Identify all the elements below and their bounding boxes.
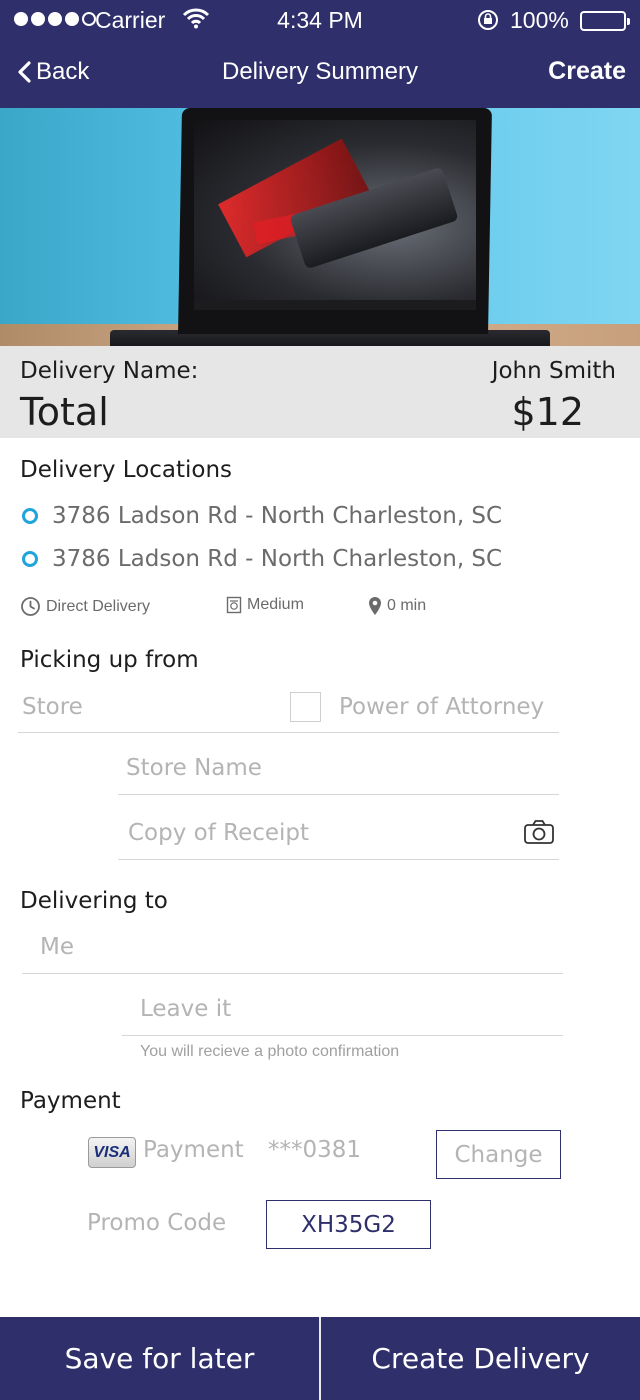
location-address: 3786 Ladson Rd - North Charleston, SC (52, 503, 503, 529)
page-title: Delivery Summery (221, 58, 419, 85)
power-of-attorney-label: Power of Attorney (339, 694, 545, 720)
power-of-attorney-checkbox[interactable] (290, 692, 321, 722)
clock-icon (21, 597, 40, 616)
camera-icon[interactable] (523, 819, 555, 849)
location-address: 3786 Ladson Rd - North Charleston, SC (52, 546, 503, 572)
store-input[interactable]: Store (22, 694, 83, 720)
app-header: Carrier 4:34 PM 100% Back Delivery Summe… (0, 0, 640, 108)
delivery-name-label: Delivery Name: (20, 358, 199, 384)
payment-title: Payment (20, 1088, 121, 1114)
action-footer: Save for later Create Delivery (0, 1317, 640, 1400)
delivery-type: Direct Delivery (20, 596, 150, 617)
back-label: Back (36, 58, 90, 85)
divider (18, 732, 559, 733)
delivering-to-title: Delivering to (20, 888, 168, 914)
total-label: Total (20, 390, 109, 434)
picking-up-title: Picking up from (20, 647, 199, 673)
delivery-summary: Delivery Name: John Smith Total $12 (0, 346, 640, 438)
divider (118, 859, 559, 860)
divider (22, 973, 563, 974)
total-value: $12 (511, 390, 584, 434)
map-pin-icon (369, 597, 381, 615)
create-button[interactable]: Create (548, 57, 626, 86)
create-delivery-button[interactable]: Create Delivery (321, 1317, 640, 1400)
card-number: ***0381 (268, 1137, 362, 1163)
save-for-later-button[interactable]: Save for later (0, 1317, 319, 1400)
status-bar: Carrier 4:34 PM 100% (0, 0, 640, 42)
receipt-input[interactable]: Copy of Receipt (128, 820, 309, 846)
location-marker-icon (22, 508, 38, 524)
delivery-name-value: John Smith (491, 358, 616, 384)
store-name-input[interactable]: Store Name (126, 755, 262, 781)
footer-divider (319, 1317, 321, 1400)
location-item[interactable]: 3786 Ladson Rd - North Charleston, SC (22, 546, 502, 572)
rotation-lock-icon (476, 8, 500, 38)
battery-icon (580, 11, 630, 31)
leave-it-input[interactable]: Leave it (140, 996, 231, 1022)
divider (122, 1035, 563, 1036)
laptop-screen (194, 120, 476, 310)
promo-code-label: Promo Code (87, 1210, 227, 1236)
package-icon (226, 596, 242, 614)
back-button[interactable]: Back (16, 58, 89, 86)
divider (118, 794, 559, 795)
visa-card-icon: VISA (88, 1137, 136, 1168)
recipient-input[interactable]: Me (40, 934, 74, 960)
battery-percentage: 100% (510, 7, 569, 33)
location-item[interactable]: 3786 Ladson Rd - North Charleston, SC (22, 503, 502, 529)
product-image (0, 108, 640, 346)
photo-confirmation-hint: You will recieve a photo confirmation (140, 1043, 400, 1060)
navigation-bar: Back Delivery Summery Create (0, 48, 640, 98)
delivery-locations-title: Delivery Locations (20, 457, 233, 483)
package-size: Medium (226, 596, 304, 614)
location-marker-icon (22, 551, 38, 567)
promo-code-input[interactable] (266, 1200, 431, 1249)
change-payment-button[interactable]: Change (436, 1130, 561, 1179)
chevron-left-icon (18, 61, 31, 83)
payment-label: Payment (143, 1137, 244, 1163)
delivery-eta: 0 min (368, 596, 426, 616)
